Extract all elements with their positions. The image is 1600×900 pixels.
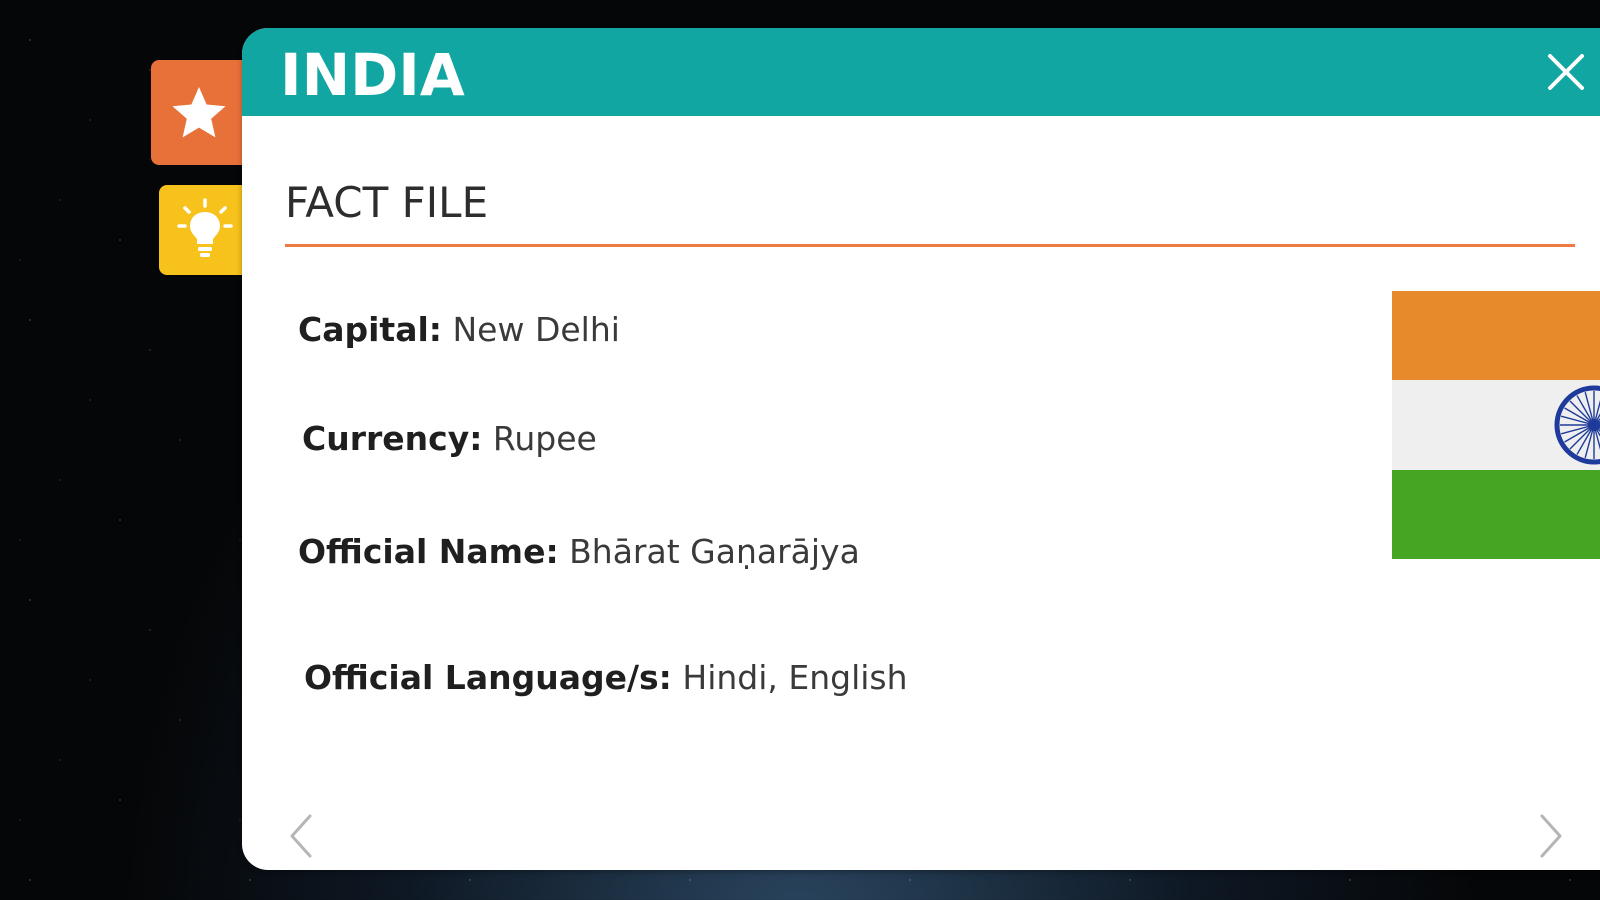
fact-value: Bhārat Gaṇarājya [569,532,860,571]
section-divider [285,244,1575,247]
section-heading: FACT FILE [285,178,489,227]
fact-official-language: Official Language/s: Hindi, English [304,658,908,698]
india-flag [1392,291,1600,559]
close-icon [1548,54,1584,90]
fact-label: Official Language/s: [304,658,672,697]
flag-green-band [1392,469,1600,559]
fact-value: New Delhi [452,310,620,349]
fact-capital: Capital: New Delhi [298,310,620,350]
next-button[interactable] [1536,812,1566,860]
fact-value: Hindi, English [682,658,908,697]
fact-panel: INDIA FACT FILE Capital: New Delhi Curre… [242,28,1600,870]
fact-currency: Currency: Rupee [302,419,597,459]
close-button[interactable] [1544,50,1588,94]
flag-saffron-band [1392,291,1600,381]
lightbulb-icon [177,198,233,262]
fact-label: Currency: [302,419,483,458]
fact-official-name: Official Name: Bhārat Gaṇarājya [298,532,860,572]
country-title: INDIA [280,41,465,109]
star-icon [169,83,229,143]
fact-label: Official Name: [298,532,559,571]
fact-value: Rupee [492,419,597,458]
fact-label: Capital: [298,310,442,349]
chevron-left-icon [290,814,312,858]
chevron-right-icon [1540,814,1562,858]
previous-button[interactable] [286,812,316,860]
panel-header: INDIA [242,28,1600,116]
ashoka-chakra-icon [1554,385,1600,465]
